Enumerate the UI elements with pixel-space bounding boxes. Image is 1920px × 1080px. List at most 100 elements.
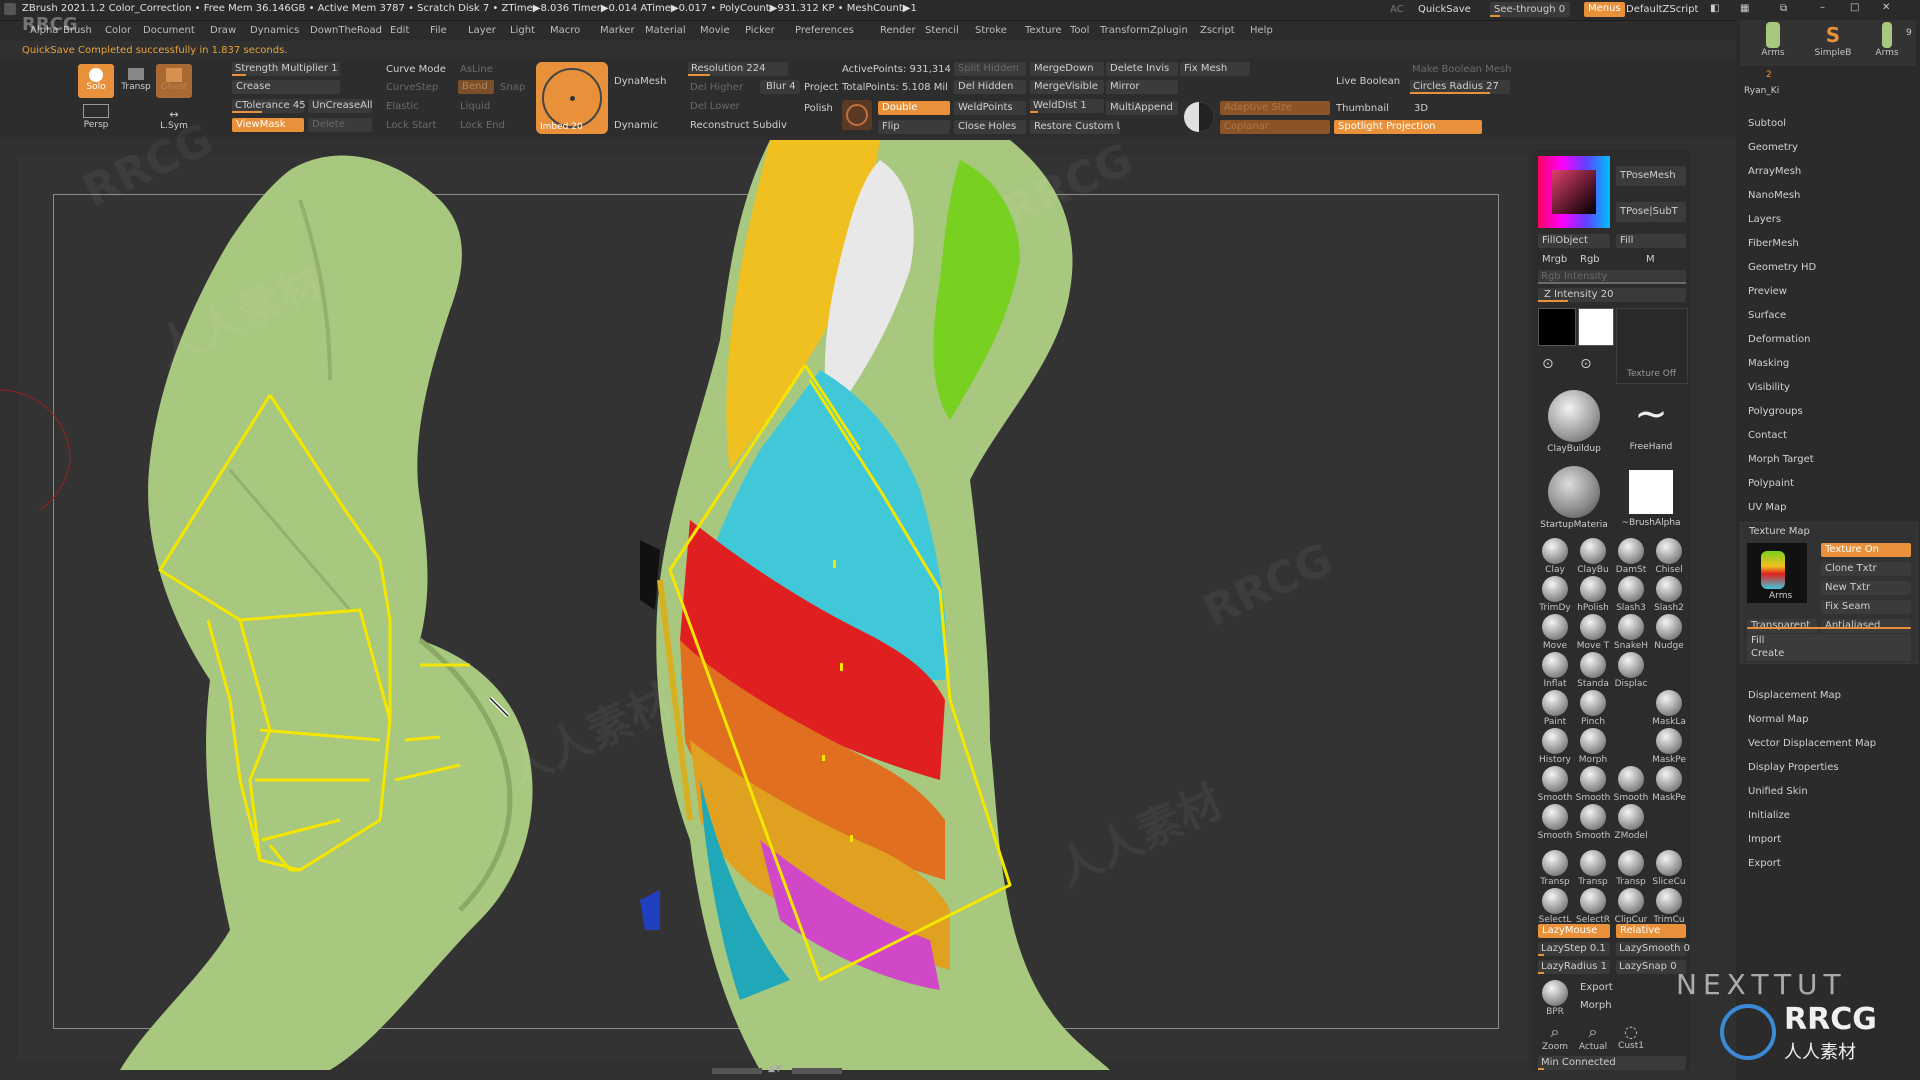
maximize-icon[interactable]: □ — [1850, 2, 1859, 13]
texture-thumbnail[interactable]: Arms — [1747, 543, 1807, 603]
asline-button[interactable]: AsLine — [460, 64, 493, 75]
z-intensity-slider[interactable]: Z Intensity 20 — [1538, 288, 1686, 302]
brush-smooth[interactable]: Smooth — [1574, 804, 1612, 841]
brush-trimcu[interactable]: TrimCu — [1650, 888, 1688, 925]
brush-hpolish[interactable]: hPolish — [1574, 576, 1612, 613]
polish-dial[interactable] — [842, 100, 872, 130]
menu-document[interactable]: Document — [143, 25, 195, 36]
uncrease-all-button[interactable]: UnCreaseAll — [308, 99, 372, 113]
flip-button[interactable]: Flip — [878, 120, 950, 134]
palette-icon[interactable]: ▦ — [1740, 3, 1749, 14]
palette-display-properties[interactable]: Display Properties — [1748, 762, 1839, 773]
brush-standa[interactable]: Standa — [1574, 652, 1612, 689]
solo-button[interactable]: Solo — [78, 64, 114, 98]
brush-slash2[interactable]: Slash2 — [1650, 576, 1688, 613]
close-icon[interactable]: ✕ — [1882, 2, 1890, 13]
palette-subtool[interactable]: Subtool — [1748, 118, 1786, 129]
transparent-button[interactable]: Transparent — [1747, 619, 1817, 633]
palette-surface[interactable]: Surface — [1748, 310, 1786, 321]
bend-button[interactable]: Bend — [458, 80, 494, 94]
brush-maskpe[interactable]: MaskPe — [1650, 728, 1688, 765]
menu-movie[interactable]: Movie — [700, 25, 730, 36]
brush-chisel[interactable]: Chisel — [1650, 538, 1688, 575]
export-button[interactable]: Export — [1580, 982, 1613, 993]
bpr-button[interactable]: BPR — [1536, 980, 1574, 1017]
menu-draw[interactable]: Draw — [210, 25, 236, 36]
strength-multiplier-slider[interactable]: Strength Multiplier 1 — [232, 62, 340, 76]
coplanar-button[interactable]: Coplanar — [1220, 120, 1330, 134]
polish-button[interactable]: Polish — [804, 103, 833, 114]
brush-smooth[interactable]: Smooth — [1574, 766, 1612, 803]
menu-macro[interactable]: Macro — [550, 25, 580, 36]
new-txtr-button[interactable]: New Txtr — [1821, 581, 1911, 595]
menu-stencil[interactable]: Stencil — [925, 25, 959, 36]
brush-clay[interactable]: Clay — [1536, 538, 1574, 575]
persp-button[interactable]: Persp — [78, 102, 114, 134]
palette-layers[interactable]: Layers — [1748, 214, 1781, 225]
yin-yang-icon[interactable] — [1184, 102, 1214, 132]
brush-damst[interactable]: DamSt — [1612, 538, 1650, 575]
tool-thumb-arms-2[interactable]: Arms — [1862, 22, 1912, 58]
brush-clipcur[interactable]: ClipCur — [1612, 888, 1650, 925]
ctolerance-slider[interactable]: CTolerance 45 — [232, 99, 306, 113]
transp-button[interactable]: Transp — [118, 64, 154, 98]
menus-toggle[interactable]: Menus — [1584, 2, 1625, 17]
brush-pinch[interactable]: Pinch — [1574, 690, 1612, 727]
imbed-draw-size-dial[interactable]: Imbed 20 — [536, 62, 608, 134]
palette-masking[interactable]: Masking — [1748, 358, 1789, 369]
brush-smooth[interactable]: Smooth — [1536, 766, 1574, 803]
weld-dist-slider[interactable]: WeldDist 1 — [1030, 99, 1104, 113]
clone-txtr-button[interactable]: Clone Txtr — [1821, 562, 1911, 576]
viewmask-button[interactable]: ViewMask — [232, 118, 304, 132]
see-through-slider[interactable]: See-through 0 — [1490, 2, 1570, 17]
mirror-button[interactable]: Mirror — [1106, 80, 1178, 94]
material-startup[interactable]: StartupMateria — [1538, 462, 1610, 534]
fill-button[interactable]: Fill — [1616, 234, 1686, 248]
relative-button[interactable]: Relative — [1616, 924, 1686, 938]
bottom-tray-handle[interactable]: ▲▼ — [712, 1064, 842, 1074]
mrgb-toggle[interactable]: Mrgb — [1542, 254, 1567, 265]
circles-radius-slider[interactable]: Circles Radius 27 — [1410, 80, 1510, 94]
merge-down-button[interactable]: MergeDown — [1030, 62, 1104, 76]
menu-zplugin[interactable]: Zplugin — [1150, 25, 1188, 36]
palette-arraymesh[interactable]: ArrayMesh — [1748, 166, 1801, 177]
layout-icon[interactable]: ◧ — [1710, 3, 1719, 14]
lazysmooth-slider[interactable]: LazySmooth 0 — [1616, 942, 1690, 956]
tool-thumb-arms[interactable]: Arms — [1744, 22, 1802, 58]
current-brush-claybuildup[interactable]: ClayBuildup — [1538, 386, 1610, 458]
menu-stroke[interactable]: Stroke — [975, 25, 1007, 36]
menu-downtheroad[interactable]: DownTheRoad — [310, 25, 382, 36]
palette-vector-displacement-map[interactable]: Vector Displacement Map — [1748, 738, 1876, 749]
crease-button[interactable]: Crease — [232, 80, 340, 94]
stroke-freehand[interactable]: ~ FreeHand — [1616, 386, 1686, 458]
brush-snakeh[interactable]: SnakeH — [1612, 614, 1650, 651]
brush-zmodel[interactable]: ZModel — [1612, 804, 1650, 841]
brush-smooth[interactable]: Smooth — [1612, 766, 1650, 803]
palette-fibermesh[interactable]: FiberMesh — [1748, 238, 1799, 249]
window-layout-icon[interactable]: ⧉ — [1780, 3, 1787, 14]
palette-normal-map[interactable]: Normal Map — [1748, 714, 1808, 725]
menu-preferences[interactable]: Preferences — [795, 25, 854, 36]
tpose-subt-button[interactable]: TPose|SubT — [1616, 202, 1686, 222]
fill-object-button[interactable]: FillObject — [1538, 234, 1610, 248]
menu-texture[interactable]: Texture — [1025, 25, 1062, 36]
actual-button[interactable]: ⌕ Actual — [1574, 1022, 1612, 1052]
blur-slider[interactable]: Blur 4 — [760, 80, 800, 94]
snap-button[interactable]: Snap — [500, 82, 525, 93]
palette-polypaint[interactable]: Polypaint — [1748, 478, 1794, 489]
merge-visible-button[interactable]: MergeVisible — [1030, 80, 1104, 94]
palette-contact[interactable]: Contact — [1748, 430, 1787, 441]
menu-picker[interactable]: Picker — [745, 25, 775, 36]
antialiased-button[interactable]: Antialiased — [1821, 619, 1911, 633]
menu-material[interactable]: Material — [645, 25, 686, 36]
brush-selectr[interactable]: SelectR — [1574, 888, 1612, 925]
brush-alpha[interactable]: ~BrushAlpha — [1616, 462, 1686, 534]
brush-selectl[interactable]: SelectL — [1536, 888, 1574, 925]
double-button[interactable]: Double — [878, 101, 950, 115]
palette-geometry[interactable]: Geometry — [1748, 142, 1798, 153]
palette-polygroups[interactable]: Polygroups — [1748, 406, 1803, 417]
brush-transp[interactable]: Transp — [1612, 850, 1650, 887]
lazystep-slider[interactable]: LazyStep 0.1 — [1538, 942, 1610, 956]
minimize-icon[interactable]: – — [1820, 2, 1825, 13]
live-boolean-button[interactable]: Live Boolean — [1336, 76, 1400, 87]
